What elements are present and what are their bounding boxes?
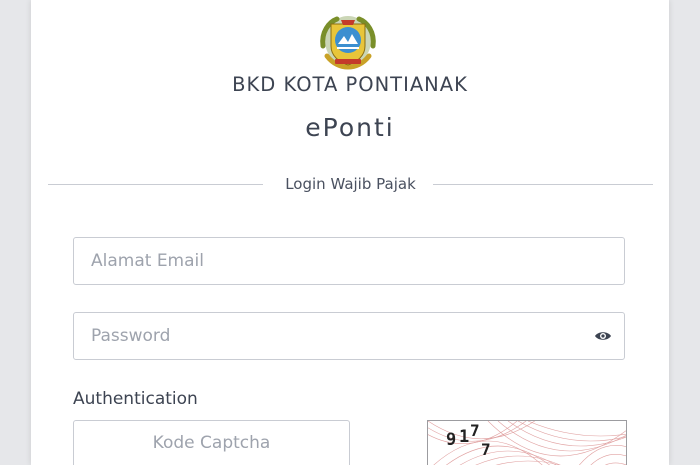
email-input[interactable] — [74, 238, 624, 284]
password-input[interactable] — [74, 313, 624, 359]
login-card: BKD KOTA PONTIANAK ePonti Login Wajib Pa… — [31, 0, 669, 465]
section-divider: Login Wajib Pajak — [48, 173, 653, 197]
captcha-field[interactable] — [73, 420, 350, 465]
email-field[interactable] — [73, 237, 625, 285]
svg-text:7: 7 — [470, 421, 480, 440]
pontianak-emblem-logo — [320, 16, 376, 70]
svg-text:9: 9 — [446, 430, 456, 450]
organization-name: BKD KOTA PONTIANAK — [232, 73, 468, 96]
svg-text:7: 7 — [481, 440, 491, 459]
captcha-input[interactable] — [74, 421, 349, 465]
app-title: ePonti — [305, 113, 395, 142]
svg-text:1: 1 — [459, 427, 469, 447]
eye-icon[interactable] — [594, 329, 612, 343]
divider-line-right — [433, 184, 653, 185]
captcha-image: 9 1 7 7 — [427, 420, 627, 465]
captcha-text: 9 1 7 7 — [446, 421, 491, 459]
password-field[interactable] — [73, 312, 625, 360]
authentication-label: Authentication — [73, 389, 198, 409]
